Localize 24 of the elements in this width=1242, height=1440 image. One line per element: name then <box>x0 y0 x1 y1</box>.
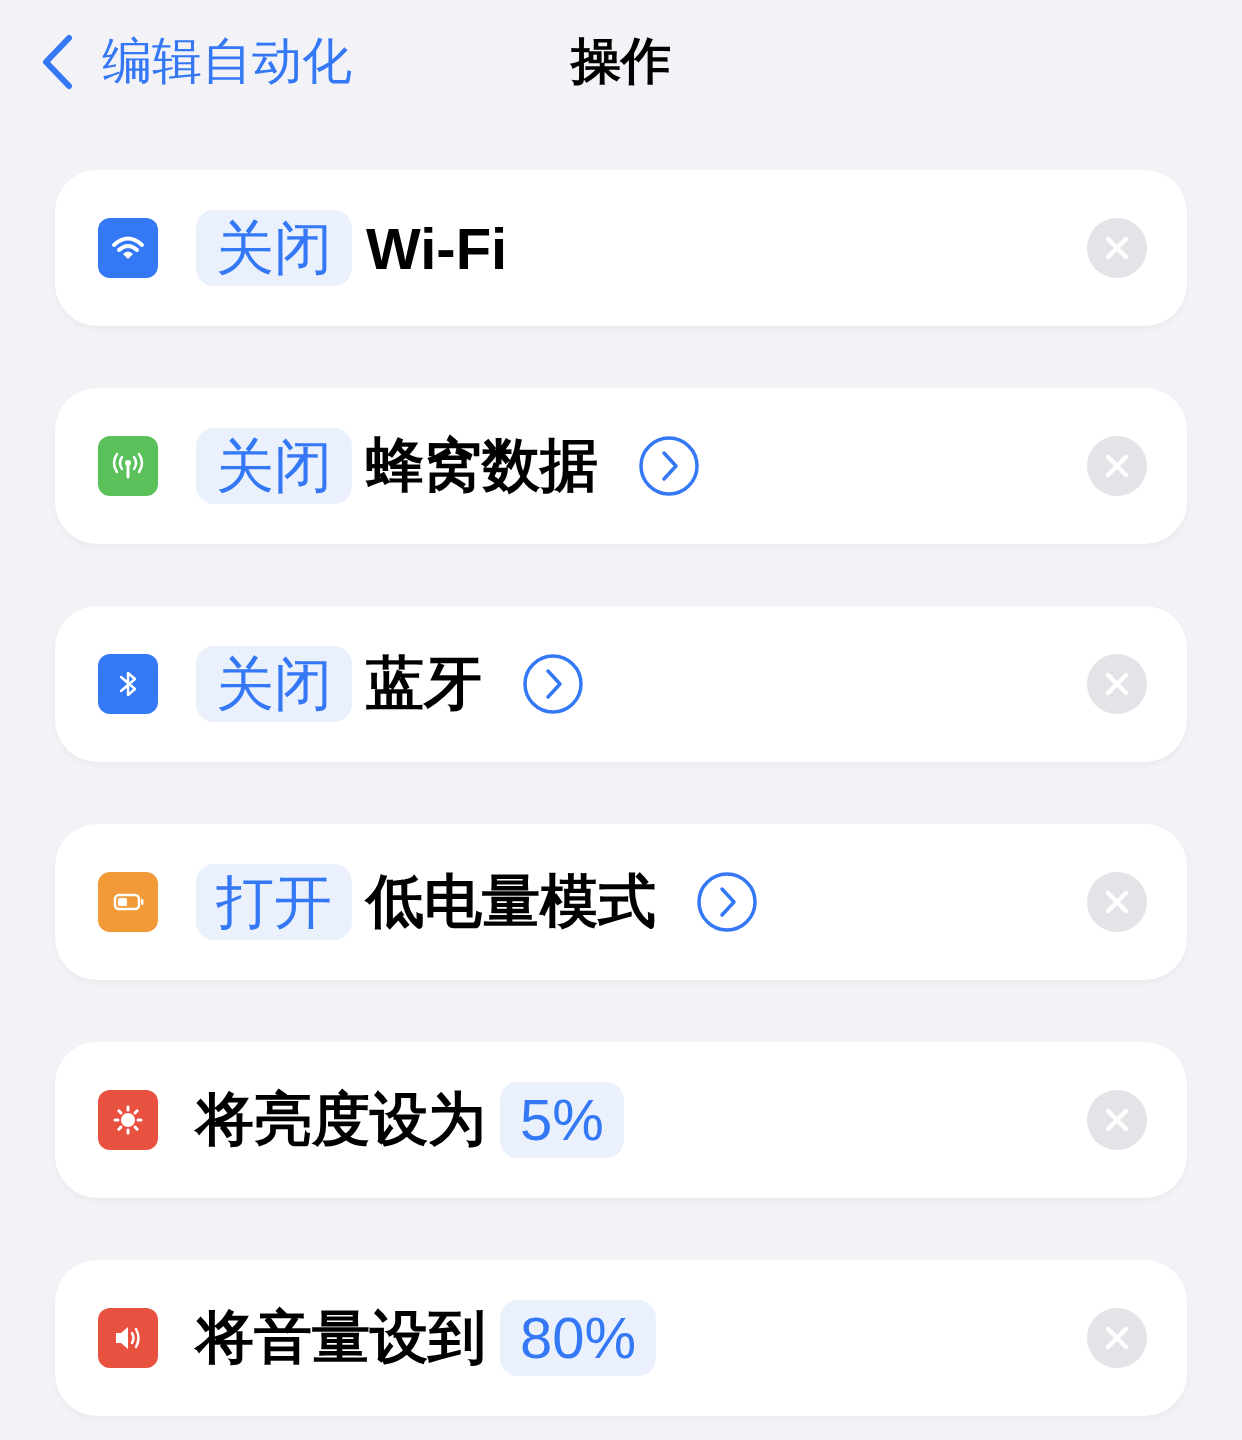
chevron-circle-icon[interactable] <box>522 653 584 715</box>
action-label: 蓝牙 <box>366 649 482 717</box>
parameter-token[interactable]: 关闭 <box>196 646 352 722</box>
chevron-circle-icon[interactable] <box>638 435 700 497</box>
action-label: 将音量设到 <box>196 1303 486 1371</box>
action-label: 蜂窝数据 <box>366 431 598 499</box>
remove-icon[interactable] <box>1087 436 1147 496</box>
parameter-token[interactable]: 5% <box>500 1082 624 1158</box>
action-label: 低电量模式 <box>366 867 656 935</box>
chevron-circle-icon[interactable] <box>696 871 758 933</box>
parameter-token[interactable]: 打开 <box>196 864 352 940</box>
action-label: Wi-Fi <box>366 214 508 282</box>
page-title: 操作 <box>571 32 671 91</box>
remove-icon[interactable] <box>1087 872 1147 932</box>
parameter-token[interactable]: 关闭 <box>196 210 352 286</box>
back-button[interactable]: 编辑自动化 <box>40 28 352 95</box>
back-chevron-icon <box>40 33 74 90</box>
parameter-token[interactable]: 关闭 <box>196 428 352 504</box>
action-label: 将亮度设为 <box>196 1085 486 1153</box>
remove-icon[interactable] <box>1087 1090 1147 1150</box>
remove-icon[interactable] <box>1087 1308 1147 1368</box>
remove-icon[interactable] <box>1087 218 1147 278</box>
parameter-token[interactable]: 80% <box>500 1300 657 1376</box>
remove-icon[interactable] <box>1087 654 1147 714</box>
